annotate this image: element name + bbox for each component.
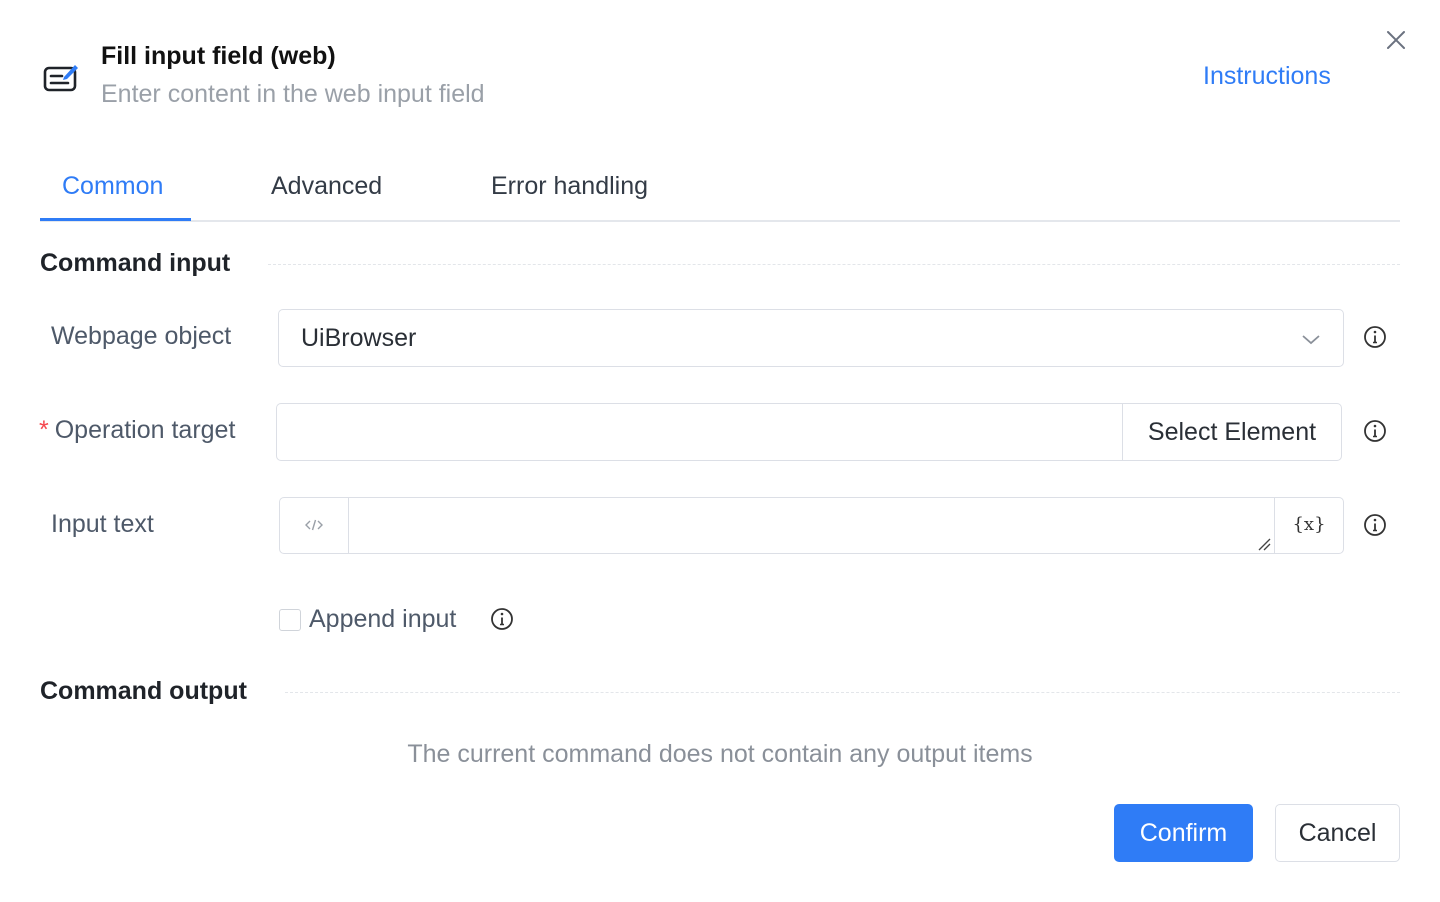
operation-target-label-text: Operation target [54,416,236,444]
dialog-subtitle: Enter content in the web input field [101,80,485,108]
section-divider [285,692,1400,693]
info-icon[interactable] [1363,513,1387,537]
command-output-heading: Command output [40,677,247,705]
section-divider [268,264,1400,265]
tab-bar: Common Advanced Error handling [40,160,1400,222]
insert-variable-button[interactable]: {x} [1274,498,1343,553]
code-icon [305,519,323,531]
close-icon[interactable] [1382,26,1410,54]
cancel-button[interactable]: Cancel [1275,804,1400,862]
confirm-button[interactable]: Confirm [1114,804,1253,862]
input-text-area[interactable] [350,498,1275,553]
active-tab-indicator [40,218,191,221]
webpage-object-label: Webpage object [51,322,232,350]
empty-output-message: The current command does not contain any… [407,740,1033,768]
input-text-label: Input text [51,510,154,538]
resize-handle-icon[interactable] [1257,537,1271,551]
tab-common[interactable]: Common [62,172,163,201]
select-element-button[interactable]: Select Element [1122,403,1342,461]
edit-input-icon [43,65,78,92]
instructions-link[interactable]: Instructions [1203,62,1331,91]
operation-target-label: * Operation target [39,416,235,445]
info-icon[interactable] [490,607,514,631]
info-icon[interactable] [1363,325,1387,349]
operation-target-input[interactable] [276,403,1124,461]
append-input-label[interactable]: Append input [309,605,456,634]
input-text-field: {x} [279,497,1344,554]
chevron-down-icon [1302,335,1320,345]
webpage-object-value: UiBrowser [301,324,417,352]
tab-advanced[interactable]: Advanced [271,172,382,201]
fill-input-dialog: Fill input field (web) Enter content in … [0,0,1440,902]
tab-error-handling[interactable]: Error handling [491,172,648,201]
dialog-title: Fill input field (web) [101,42,336,70]
command-input-heading: Command input [40,249,231,277]
append-input-checkbox[interactable] [279,609,301,631]
info-icon[interactable] [1363,419,1387,443]
code-mode-button[interactable] [280,498,349,553]
webpage-object-select[interactable]: UiBrowser [278,309,1344,367]
required-marker: * [39,416,49,444]
